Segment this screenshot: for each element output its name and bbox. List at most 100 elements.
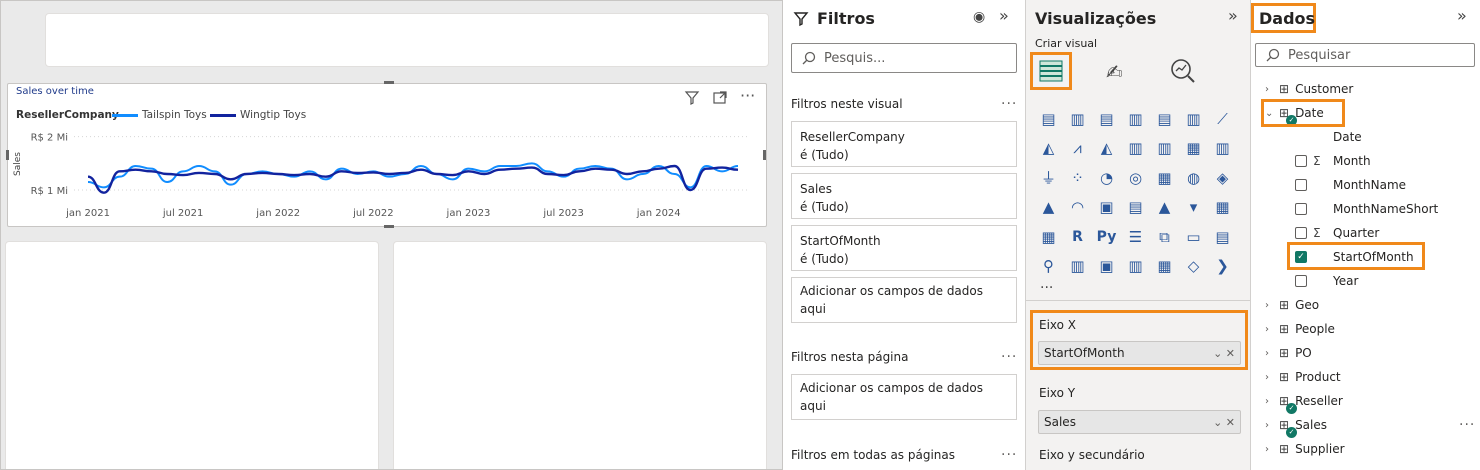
analytics-icon[interactable] <box>1170 58 1196 87</box>
qa-visual-icon[interactable]: ▭ <box>1179 222 1208 252</box>
chevron-right-icon[interactable]: › <box>1265 84 1275 95</box>
area-visual-icon[interactable]: ◭ <box>1034 134 1063 164</box>
line-clustered-column-visual-icon[interactable]: ▥ <box>1121 134 1150 164</box>
more-options-icon[interactable]: ··· <box>1001 96 1017 112</box>
resize-handle-top[interactable] <box>384 81 394 84</box>
chevron-right-icon[interactable]: › <box>1265 444 1275 455</box>
donut-visual-icon[interactable]: ◎ <box>1121 163 1150 193</box>
table-supplier[interactable]: › ⊞ Supplier <box>1251 437 1480 461</box>
clustered-bar-visual-icon[interactable]: ▤ <box>1092 104 1121 134</box>
multi-row-card-visual-icon[interactable]: ▤ <box>1121 193 1150 223</box>
paginated-visual-icon[interactable]: ⚲ <box>1034 252 1063 282</box>
trophy-visual-icon[interactable]: ▥ <box>1063 252 1092 282</box>
filter-card-resellercompany[interactable]: ResellerCompany é (Tudo) <box>791 121 1017 167</box>
filters-search-input[interactable]: Pesquis... <box>791 43 1017 73</box>
table-customer[interactable]: › ⊞ Customer <box>1251 77 1480 101</box>
visual-placeholder-top[interactable] <box>45 13 769 67</box>
line-stacked-column-visual-icon[interactable]: ◭ <box>1092 134 1121 164</box>
eye-icon[interactable]: ◉ <box>973 9 985 25</box>
gauge-visual-icon[interactable]: ◠ <box>1063 193 1092 223</box>
report-visual-icon[interactable]: ▣ <box>1092 252 1121 282</box>
more-options-icon[interactable]: ··· <box>1001 349 1017 365</box>
more-options-icon[interactable]: ··· <box>1001 447 1017 463</box>
drop-zone-page[interactable]: Adicionar os campos de dados aqui <box>791 374 1017 420</box>
r-visual-visual-icon[interactable]: R <box>1063 222 1092 252</box>
stacked-area-visual-icon[interactable]: ⩘ <box>1063 134 1092 164</box>
table-product[interactable]: › ⊞ Product <box>1251 365 1480 389</box>
map-visual-icon[interactable]: ◍ <box>1179 163 1208 193</box>
collapse-pane-icon[interactable]: » <box>1457 6 1467 25</box>
chevron-right-icon[interactable]: › <box>1265 372 1275 383</box>
format-visual-icon[interactable]: ✍ <box>1106 60 1123 84</box>
field-checkbox[interactable] <box>1295 203 1307 215</box>
power-automate-visual-icon[interactable]: ▦ <box>1150 252 1179 282</box>
filter-card-sales[interactable]: Sales é (Tudo) <box>791 173 1017 219</box>
table-people[interactable]: › ⊞ People <box>1251 317 1480 341</box>
collapse-pane-icon[interactable]: » <box>1228 6 1238 25</box>
drop-zone-visual[interactable]: Adicionar os campos de dados aqui <box>791 277 1017 323</box>
resize-handle-left[interactable] <box>6 150 9 160</box>
stacked-column-visual-icon[interactable]: ▥ <box>1063 104 1092 134</box>
more-options-icon[interactable]: ··· <box>1459 417 1475 433</box>
data-search-input[interactable]: Pesquisar <box>1255 43 1475 67</box>
field-checkbox[interactable] <box>1295 179 1307 191</box>
visual-placeholder-bottom-right[interactable] <box>393 241 767 469</box>
ribbon-visual-icon[interactable]: ▥ <box>1150 134 1179 164</box>
legend-item-wingtip[interactable]: Wingtip Toys <box>210 109 306 121</box>
python-visual-visual-icon[interactable]: Py <box>1092 222 1121 252</box>
collapse-pane-icon[interactable]: » <box>999 6 1009 25</box>
pill-actions[interactable]: ⌄ ✕ <box>1213 416 1235 429</box>
field-pill-startofmonth[interactable]: StartOfMonth ⌄ ✕ <box>1038 341 1241 365</box>
key-influencers-visual-icon[interactable]: ☰ <box>1121 222 1150 252</box>
chevron-visual-icon[interactable]: ❯ <box>1208 252 1237 282</box>
smart-narrative-visual-icon[interactable]: ▤ <box>1208 222 1237 252</box>
filled-map-visual-icon[interactable]: ◈ <box>1208 163 1237 193</box>
azure-map-visual-icon[interactable]: ▲ <box>1034 193 1063 223</box>
field-monthname[interactable]: MonthName <box>1251 173 1480 197</box>
field-monthnameshort[interactable]: MonthNameShort <box>1251 197 1480 221</box>
scatter-chart-visual-icon[interactable]: ⁘ <box>1063 163 1092 193</box>
more-options-icon[interactable]: ··· <box>740 86 755 105</box>
build-visual-tab[interactable] <box>1030 52 1072 90</box>
card-visual-icon[interactable]: ▣ <box>1092 193 1121 223</box>
power-apps-visual-icon[interactable]: ▥ <box>1121 252 1150 282</box>
100-column-visual-icon[interactable]: ▥ <box>1179 104 1208 134</box>
field-month[interactable]: Σ Month <box>1251 149 1480 173</box>
kpi-visual-icon[interactable]: ▲ <box>1150 193 1179 223</box>
slicer-visual-icon[interactable]: ▾ <box>1179 193 1208 223</box>
filter-card-startofmonth[interactable]: StartOfMonth é (Tudo) <box>791 225 1017 271</box>
pie-visual-icon[interactable]: ◔ <box>1092 163 1121 193</box>
funnel-visual-icon[interactable]: ⏚ <box>1034 163 1063 193</box>
more-visuals[interactable]: ··· <box>1040 280 1053 296</box>
chevron-right-icon[interactable]: › <box>1265 300 1275 311</box>
table-geo[interactable]: › ⊞ Geo <box>1251 293 1480 317</box>
resize-handle-bottom[interactable] <box>384 225 394 228</box>
table-po[interactable]: › ⊞ PO <box>1251 341 1480 365</box>
decomposition-tree-visual-icon[interactable]: ⧉ <box>1150 222 1179 252</box>
legend-item-tailspin[interactable]: Tailspin Toys <box>112 109 207 121</box>
field-checkbox[interactable] <box>1295 155 1307 167</box>
line-visual-icon[interactable]: ⟋ <box>1208 104 1237 134</box>
visual-placeholder-bottom-left[interactable] <box>5 241 379 469</box>
field-checkbox[interactable] <box>1295 275 1307 287</box>
treemap-visual-icon[interactable]: ▦ <box>1150 163 1179 193</box>
field-date[interactable]: Date <box>1251 125 1480 149</box>
line-chart-visual[interactable]: Sales over time ResellerCompany Tailspin… <box>6 81 767 228</box>
field-checkbox[interactable] <box>1295 227 1307 239</box>
clustered-column-visual-icon[interactable]: ▥ <box>1121 104 1150 134</box>
waterfall-visual-icon[interactable]: ▦ <box>1179 134 1208 164</box>
100-bar-visual-icon[interactable]: ▤ <box>1150 104 1179 134</box>
pill-actions[interactable]: ⌄ ✕ <box>1213 347 1235 360</box>
field-year[interactable]: Year <box>1251 269 1480 293</box>
chevron-right-icon[interactable]: › <box>1265 420 1275 431</box>
scatter-visual-icon[interactable]: ▥ <box>1208 134 1237 164</box>
chevron-right-icon[interactable]: › <box>1265 324 1275 335</box>
focus-mode-icon[interactable] <box>712 90 728 110</box>
diamond-visual-icon[interactable]: ◇ <box>1179 252 1208 282</box>
table-reseller[interactable]: › ⊞ Reseller ✓ <box>1251 389 1480 414</box>
table-visual-icon[interactable]: ▦ <box>1208 193 1237 223</box>
matrix-visual-icon[interactable]: ▦ <box>1034 222 1063 252</box>
chevron-right-icon[interactable]: › <box>1265 348 1275 359</box>
field-pill-sales[interactable]: Sales ⌄ ✕ <box>1038 410 1241 434</box>
resize-handle-right[interactable] <box>763 150 766 160</box>
